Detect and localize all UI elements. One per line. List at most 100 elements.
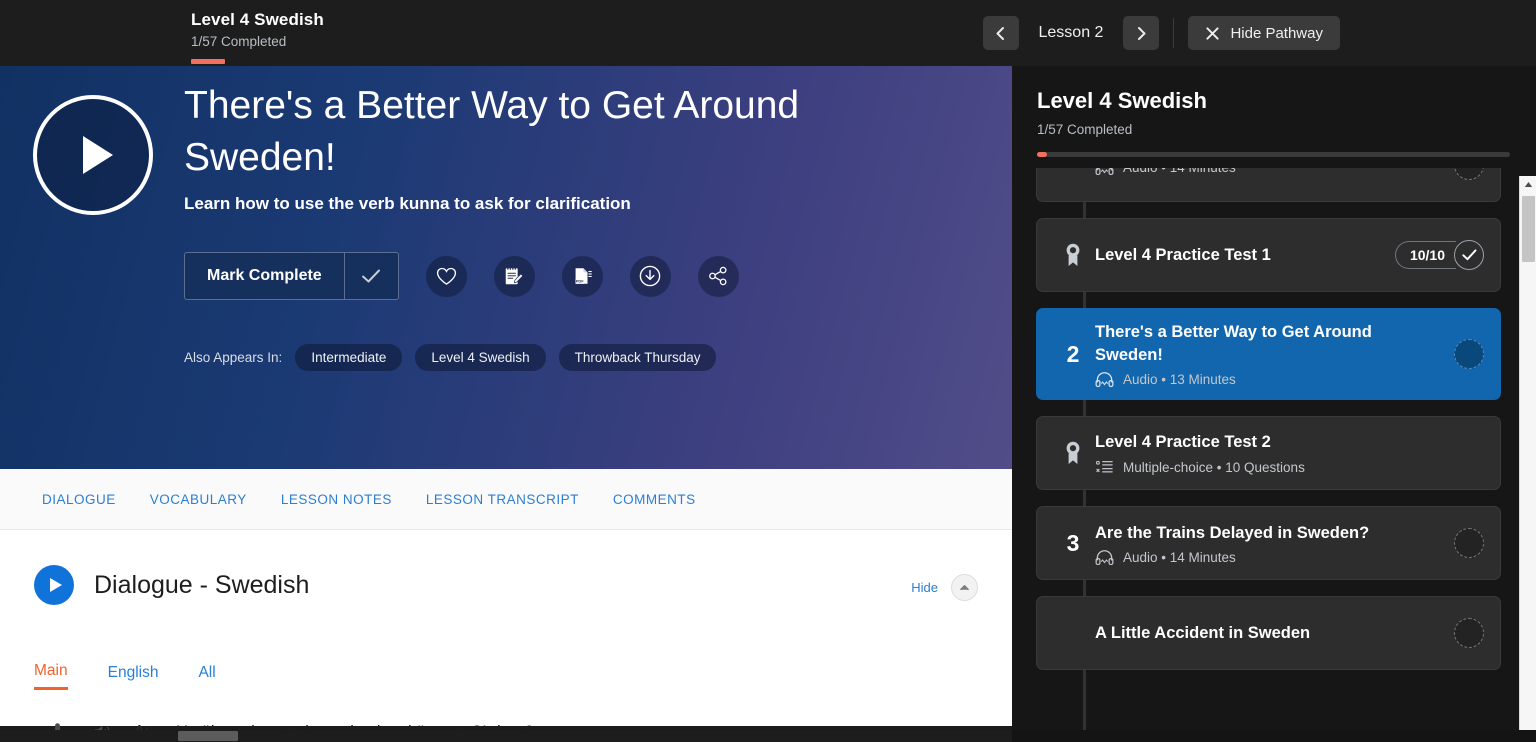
dialogue-play-button[interactable] <box>34 565 74 605</box>
pathway-list[interactable]: Audio • 14 Minutes Level 4 Practice Test… <box>1012 168 1521 742</box>
tag-chip-level-4-swedish[interactable]: Level 4 Swedish <box>415 344 546 371</box>
download-circle-icon <box>639 265 661 287</box>
play-icon <box>83 136 113 174</box>
pdf-button[interactable]: PDF <box>561 255 603 297</box>
download-button[interactable] <box>629 255 671 297</box>
pathway-item-title: A Little Accident in Sweden <box>1095 623 1311 642</box>
list-item[interactable]: Level 4 Practice Test 2 Multiple-choice … <box>1036 416 1501 490</box>
tag-chip-intermediate[interactable]: Intermediate <box>295 344 403 371</box>
pathway-item-meta: Multiple-choice • 10 Questions <box>1095 459 1484 475</box>
chevron-right-icon <box>1137 26 1146 40</box>
pathway-progress-fill <box>1037 152 1047 157</box>
pathway-item-complete-check <box>1454 240 1484 270</box>
pathway-item-score-value: 10/10 <box>1394 241 1456 269</box>
chevron-up-icon <box>959 584 970 590</box>
vertical-scrollbar-thumb[interactable] <box>1522 196 1535 262</box>
also-appears-in-label: Also Appears In: <box>184 350 283 365</box>
tab-comments[interactable]: COMMENTS <box>613 492 696 507</box>
pathway-title: Level 4 Swedish <box>1037 88 1207 113</box>
tag-chip-throwback-thursday[interactable]: Throwback Thursday <box>558 344 717 371</box>
dialogue-hide-label[interactable]: Hide <box>911 580 938 595</box>
lang-tab-english[interactable]: English <box>108 664 159 689</box>
pathway-item-meta-text: Multiple-choice • 10 Questions <box>1123 459 1305 475</box>
scroll-up-arrow-icon <box>1524 182 1533 187</box>
pathway-item-meta: Audio • 13 Minutes <box>1095 372 1444 387</box>
dialogue-header: Dialogue - Swedish <box>34 565 309 605</box>
list-item[interactable]: Audio • 14 Minutes <box>1036 168 1501 202</box>
svg-text:PDF: PDF <box>576 280 584 284</box>
horizontal-scrollbar[interactable] <box>0 730 1012 742</box>
next-lesson-button[interactable] <box>1123 16 1160 50</box>
horizontal-scrollbar-thumb[interactable] <box>178 731 238 741</box>
list-item[interactable]: 3 Are the Trains Delayed in Sweden? Audi… <box>1036 506 1501 580</box>
list-item[interactable]: Level 4 Practice Test 1 10/10 <box>1036 218 1501 292</box>
pathway-item-body: There's a Better Way to Get Around Swede… <box>1095 321 1444 387</box>
tab-dialogue[interactable]: DIALOGUE <box>42 492 116 507</box>
share-icon <box>709 266 727 286</box>
mark-complete-check[interactable] <box>343 253 398 299</box>
pathway-progress-bar <box>1037 152 1510 157</box>
award-ribbon-icon <box>1066 441 1080 464</box>
dialogue-language-tabs: Main English All <box>34 662 216 690</box>
top-bar: Level 4 Swedish 1/57 Completed Lesson 2 … <box>0 0 1536 66</box>
list-item[interactable]: A Little Accident in Sweden <box>1036 596 1501 670</box>
dialogue-hide-group: Hide <box>911 574 978 601</box>
dialogue-collapse-button[interactable] <box>951 574 978 601</box>
heart-icon <box>436 267 456 285</box>
dialogue-title: Dialogue - Swedish <box>94 570 310 599</box>
pathway-item-title: Are the Trains Delayed in Sweden? <box>1095 523 1370 542</box>
pathway-item-status-dot[interactable] <box>1454 168 1484 180</box>
pathway-item-status-dot[interactable] <box>1454 618 1484 648</box>
tab-lesson-notes[interactable]: LESSON NOTES <box>281 492 392 507</box>
pathway-item-body: Are the Trains Delayed in Sweden? Audio … <box>1095 522 1444 565</box>
current-lesson-label: Lesson 2 <box>1038 24 1104 41</box>
list-item[interactable]: 2 There's a Better Way to Get Around Swe… <box>1036 308 1501 400</box>
pathway-sidebar: Level 4 Swedish 1/57 Completed Audio • 1… <box>1012 66 1536 742</box>
mark-complete-button[interactable]: Mark Complete <box>184 252 399 300</box>
course-accent-bar <box>191 59 225 64</box>
pathway-item-status-dot[interactable] <box>1454 339 1484 369</box>
pathway-item-status-dot[interactable] <box>1454 528 1484 558</box>
vertical-scrollbar[interactable] <box>1519 176 1536 742</box>
content-tabs: DIALOGUE VOCABULARY LESSON NOTES LESSON … <box>0 469 1012 530</box>
mark-complete-label: Mark Complete <box>207 267 322 284</box>
pathway-item-title: There's a Better Way to Get Around Swede… <box>1095 323 1372 364</box>
lang-tab-main[interactable]: Main <box>34 662 68 690</box>
pathway-item-number: 3 <box>1066 529 1080 556</box>
tab-lesson-transcript[interactable]: LESSON TRANSCRIPT <box>426 492 579 507</box>
play-icon <box>50 578 62 592</box>
headphones-icon <box>1095 372 1114 387</box>
hide-pathway-button[interactable]: Hide Pathway <box>1188 16 1340 50</box>
lesson-subtitle: Learn how to use the verb kunna to ask f… <box>184 194 631 213</box>
notes-button[interactable] <box>493 255 535 297</box>
tab-vocabulary[interactable]: VOCABULARY <box>150 492 247 507</box>
pathway-item-body: Audio • 14 Minutes <box>1095 168 1444 175</box>
pathway-item-badge <box>1051 440 1095 466</box>
pathway-item-meta-text: Audio • 14 Minutes <box>1123 549 1236 565</box>
course-progress-text: 1/57 Completed <box>191 34 287 49</box>
headphones-icon <box>1095 549 1114 565</box>
pathway-item-title: Level 4 Practice Test 2 <box>1095 433 1271 451</box>
notepad-pencil-icon <box>505 267 524 285</box>
pathway-item-meta: Audio • 14 Minutes <box>1095 168 1444 175</box>
pathway-item-meta-text: Audio • 13 Minutes <box>1123 372 1236 387</box>
lesson-title: There's a Better Way to Get Around Swede… <box>184 84 800 179</box>
toolbar-divider <box>1173 18 1175 48</box>
hide-pathway-label: Hide Pathway <box>1230 24 1323 42</box>
check-icon <box>362 269 381 283</box>
also-appears-in-row: Also Appears In: Intermediate Level 4 Sw… <box>184 344 717 371</box>
chevron-left-icon <box>996 26 1004 40</box>
scroll-up-button[interactable] <box>1520 176 1536 193</box>
hero-play-button[interactable] <box>33 95 153 215</box>
pathway-item-body: Level 4 Practice Test 1 <box>1095 244 1385 267</box>
multiple-choice-list-icon <box>1095 460 1113 473</box>
favorite-button[interactable] <box>425 255 467 297</box>
share-button[interactable] <box>697 255 739 297</box>
lesson-hero: There's a Better Way to Get Around Swede… <box>0 66 1012 469</box>
pathway-item-badge <box>1051 242 1095 268</box>
check-icon <box>1461 249 1476 261</box>
pathway-item-number: 2 <box>1066 340 1080 367</box>
pathway-item-body: A Little Accident in Sweden <box>1095 622 1444 645</box>
lang-tab-all[interactable]: All <box>198 664 215 689</box>
prev-lesson-button[interactable] <box>982 16 1019 50</box>
